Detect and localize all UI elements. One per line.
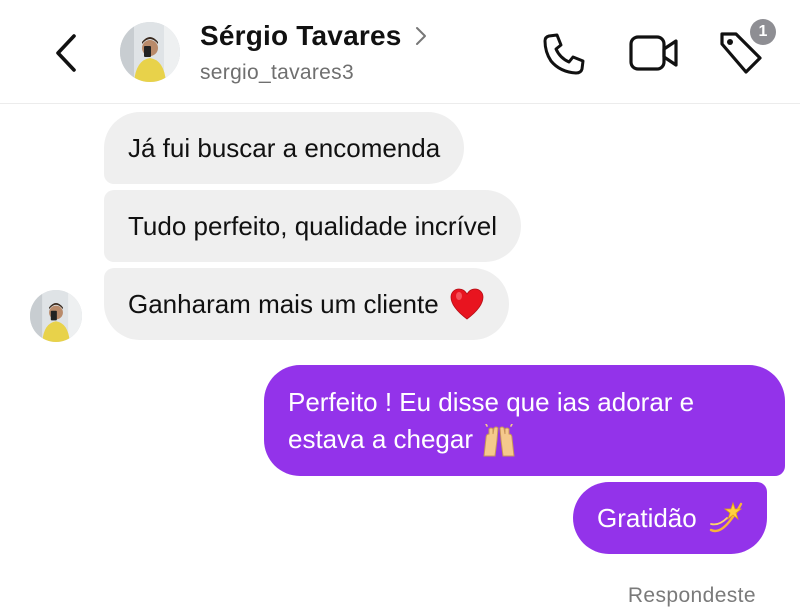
message-text: Tudo perfeito, qualidade incrível	[128, 211, 498, 241]
raised-hands-icon	[483, 424, 515, 457]
sent-message[interactable]: Perfeito ! Eu disse que ias adorar e est…	[264, 365, 785, 476]
video-camera-icon[interactable]	[628, 32, 680, 74]
reply-status: Respondeste	[627, 584, 756, 607]
received-message[interactable]: Já fui buscar a encomenda	[104, 112, 465, 184]
chevron-right-icon	[415, 27, 426, 45]
message-text: Ganharam mais um cliente	[128, 289, 439, 319]
red-heart-icon	[450, 288, 484, 320]
phone-icon[interactable]	[540, 30, 588, 78]
received-message[interactable]: Ganharam mais um cliente	[104, 268, 509, 340]
avatar[interactable]	[120, 22, 180, 82]
message-text: Gratidão	[597, 503, 697, 533]
contact-username: sergio_tavares3	[200, 61, 354, 84]
contact-profile-link[interactable]: Sérgio Tavares	[200, 20, 428, 52]
message-text: Já fui buscar a encomenda	[128, 133, 441, 163]
profile-photo	[30, 290, 82, 342]
chat-header: Sérgio Tavares sergio_tavares3 1	[0, 0, 800, 104]
received-message[interactable]: Tudo perfeito, qualidade incrível	[104, 190, 522, 262]
dizzy-star-icon	[709, 501, 742, 533]
sender-avatar[interactable]	[30, 290, 82, 342]
sent-message[interactable]: Gratidão	[573, 482, 767, 554]
back-arrow-icon[interactable]	[52, 30, 82, 76]
notification-badge: 1	[750, 19, 776, 45]
contact-name: Sérgio Tavares	[200, 20, 402, 51]
profile-photo	[120, 22, 180, 82]
